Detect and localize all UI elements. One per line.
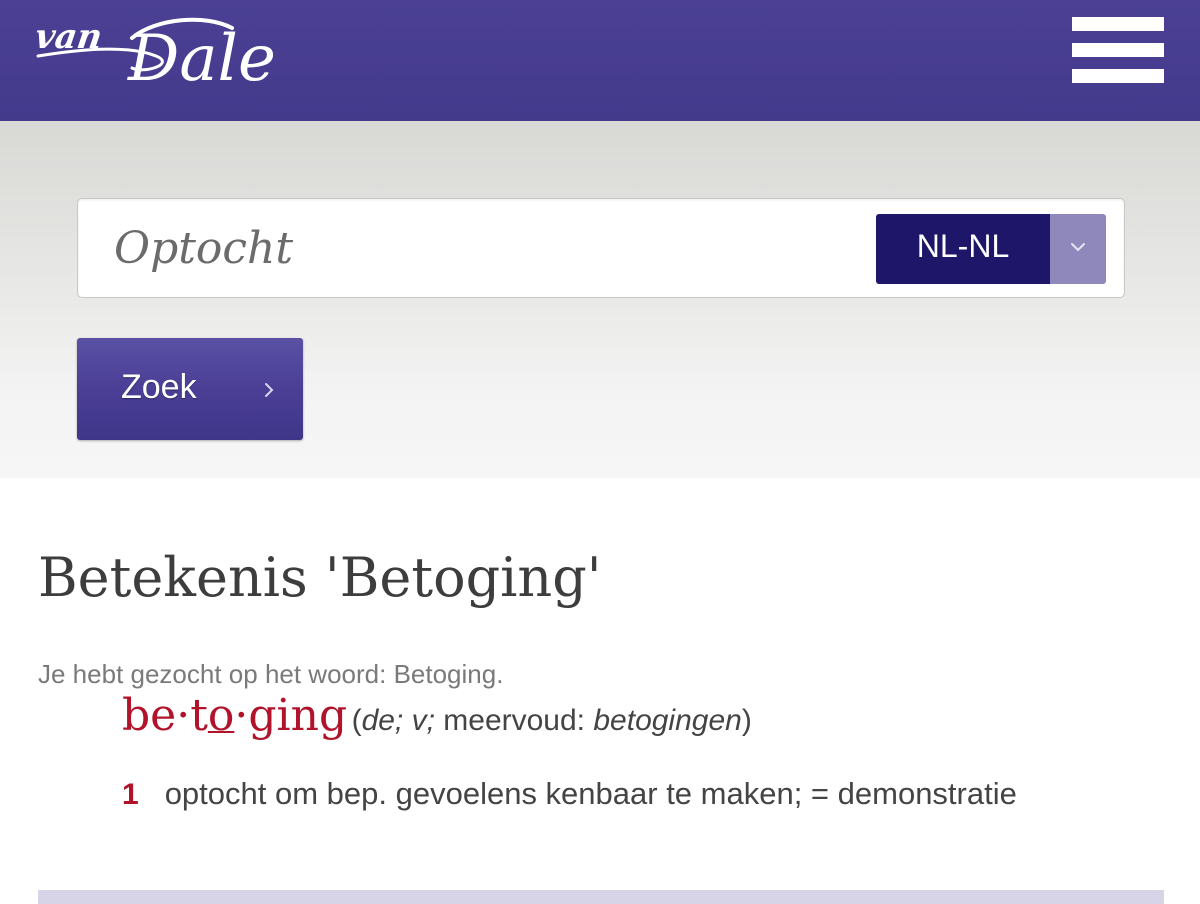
page-title: Betekenis 'Betoging' — [38, 546, 602, 609]
grammar-article: de; v; — [361, 704, 435, 737]
hamburger-menu-icon[interactable] — [1068, 14, 1168, 86]
menu-bar — [1072, 43, 1164, 57]
grammar-info: (de; v; meervoud: betogingen) — [352, 704, 752, 737]
search-button[interactable]: Zoek — [77, 338, 303, 440]
chevron-right-icon — [265, 383, 274, 397]
chevron-down-icon — [1071, 243, 1085, 252]
language-select-toggle[interactable] — [1050, 214, 1106, 284]
sense-item: 1 optocht om bep. gevoelens kenbaar te ma… — [122, 776, 1017, 812]
logo-graphic: van Dale — [36, 17, 276, 96]
headword-stress-vowel: o — [207, 690, 235, 741]
language-select[interactable]: NL-NL — [876, 214, 1106, 284]
grammar-plural: betogingen — [593, 704, 742, 737]
section-divider — [38, 890, 1164, 904]
site-header: van Dale — [0, 0, 1200, 121]
menu-bar — [1072, 69, 1164, 83]
headword: be·to·ging — [122, 690, 347, 741]
search-button-label: Zoek — [121, 368, 197, 406]
search-box: NL-NL — [77, 198, 1125, 298]
sense-number: 1 — [122, 778, 139, 811]
grammar-paren-close: ) — [741, 704, 752, 737]
sense-definition: optocht om bep. gevoelens kenbaar te mak… — [164, 776, 1017, 811]
language-select-value: NL-NL — [876, 214, 1050, 284]
search-input[interactable] — [114, 213, 854, 283]
grammar-plural-label: meervoud: — [434, 704, 594, 737]
headword-part: ·ging — [234, 690, 348, 741]
van-dale-logo[interactable]: van Dale — [36, 4, 346, 100]
menu-bar — [1072, 17, 1164, 31]
grammar-paren-open: ( — [351, 704, 362, 737]
dictionary-entry-header: be·to·ging (de; v; meervoud: betogingen) — [122, 690, 752, 741]
search-summary: Je hebt gezocht op het woord: Betoging. — [38, 659, 504, 689]
headword-part: be·t — [122, 690, 208, 741]
svg-text:Dale: Dale — [127, 22, 276, 96]
search-panel: NL-NL Zoek — [0, 121, 1200, 478]
